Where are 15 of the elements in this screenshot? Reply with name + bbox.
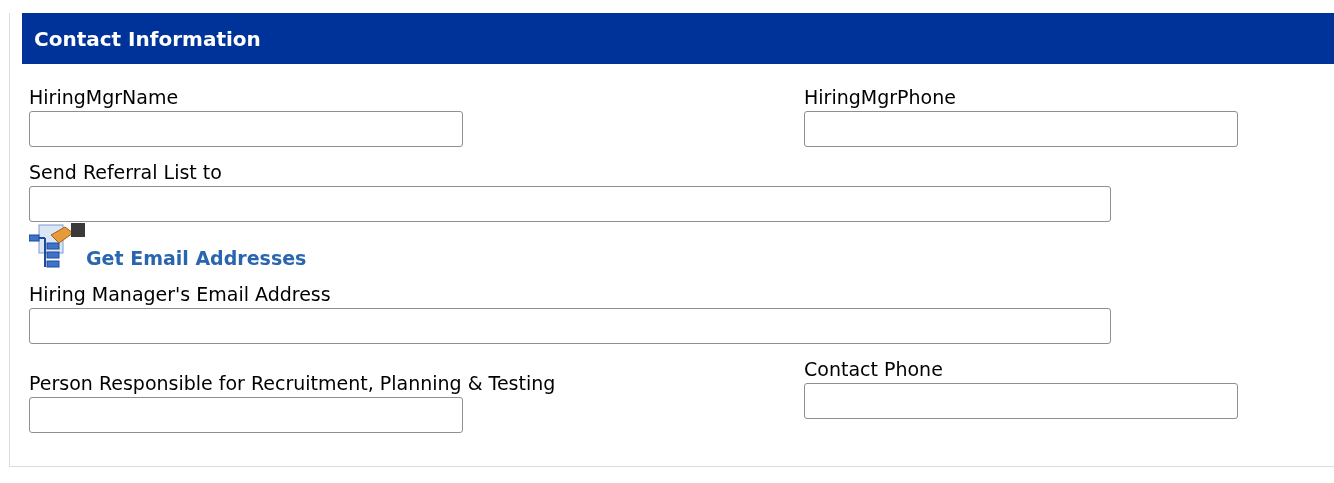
input-field[interactable] [29, 186, 1111, 222]
field-label: Contact Phone [804, 357, 944, 381]
section-title: Contact Information [34, 25, 261, 53]
input-field[interactable] [804, 383, 1238, 419]
input-field[interactable] [29, 308, 1111, 344]
field-label: Send Referral List to [29, 160, 223, 184]
org-chart-hand-icon [29, 223, 86, 269]
get-email-link[interactable]: Get Email Addresses [86, 247, 307, 269]
field-label: HiringMgrPhone [804, 85, 957, 109]
field-label: Person Responsible for Recruitment, Planning & Testing [29, 371, 557, 395]
field-label: HiringMgrName [29, 85, 180, 109]
input-field[interactable] [29, 397, 463, 433]
input-field[interactable] [804, 111, 1238, 147]
field-label: Hiring Manager's Email Address [29, 282, 332, 306]
input-field[interactable] [29, 111, 463, 147]
